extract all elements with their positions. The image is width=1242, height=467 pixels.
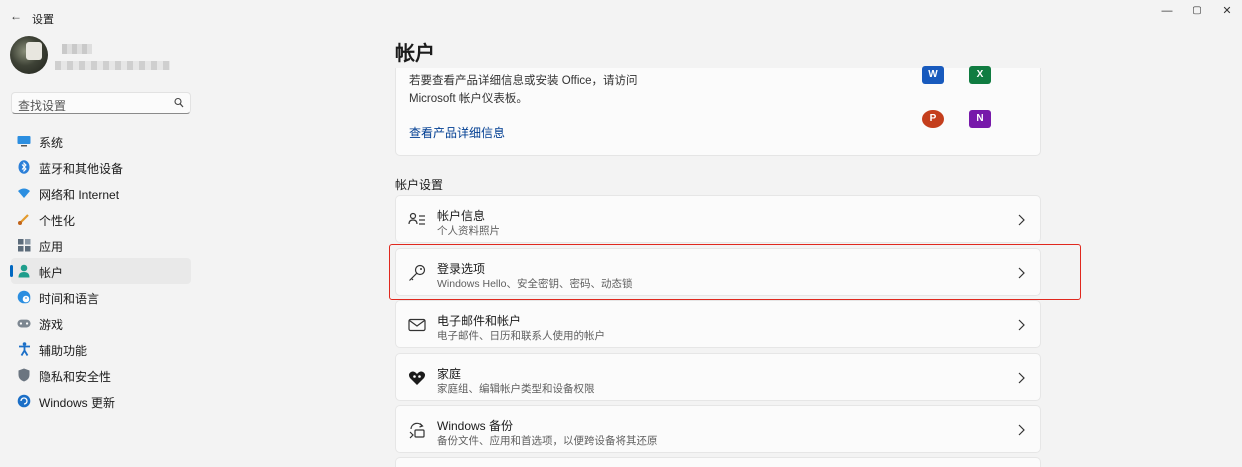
- sidebar-item-privacy[interactable]: 隐私和安全性: [11, 362, 191, 388]
- person-icon: [17, 264, 31, 278]
- sidebar-item-windows-update[interactable]: Windows 更新: [11, 388, 191, 414]
- chevron-right-icon: [1018, 319, 1025, 331]
- person-card-icon: [408, 212, 425, 225]
- row-family[interactable]: 家庭 家庭组、编辑帐户类型和设备权限: [395, 353, 1041, 401]
- sidebar-item-label: 网络和 Internet: [39, 188, 120, 202]
- row-subtitle: 电子邮件、日历和联系人使用的帐户: [437, 330, 605, 342]
- excel-icon: X: [969, 66, 991, 84]
- heart-people-icon: [408, 371, 426, 385]
- page-title: 帐户: [395, 43, 435, 65]
- shield-icon: [17, 368, 31, 382]
- row-windows-backup[interactable]: Windows 备份 备份文件、应用和首选项，以便跨设备将其还原: [395, 405, 1041, 453]
- sidebar-item-bluetooth[interactable]: 蓝牙和其他设备: [11, 154, 191, 180]
- row-sign-in-options[interactable]: 登录选项 Windows Hello、安全密钥、密码、动态锁: [395, 248, 1041, 296]
- office-card: 若要查看产品详细信息或安装 Office，请访问 Microsoft 帐户仪表板…: [395, 66, 1041, 156]
- row-title: 登录选项: [437, 262, 486, 276]
- section-title-account-settings: 帐户设置: [395, 178, 444, 192]
- sidebar-item-network[interactable]: 网络和 Internet: [11, 180, 191, 206]
- sidebar-item-label: 个性化: [39, 214, 76, 228]
- office-description: 若要查看产品详细信息或安装 Office，请访问 Microsoft 帐户仪表板…: [409, 72, 709, 108]
- powerpoint-icon: P: [922, 110, 944, 128]
- row-subtitle: 备份文件、应用和首选项，以便跨设备将其还原: [437, 435, 658, 447]
- accessibility-icon: [17, 342, 31, 356]
- key-icon: [409, 264, 426, 281]
- chevron-right-icon: [1018, 372, 1025, 384]
- sidebar-item-accessibility[interactable]: 辅助功能: [11, 336, 191, 362]
- update-icon: [17, 394, 31, 408]
- row-title: 帐户信息: [437, 209, 486, 223]
- row-subtitle: 个人资料照片: [437, 225, 500, 237]
- gamepad-icon: [17, 316, 31, 330]
- word-icon: W: [922, 66, 944, 84]
- sidebar-item-label: 应用: [39, 240, 64, 254]
- sidebar-item-label: 游戏: [39, 318, 64, 332]
- backup-icon: [409, 422, 425, 439]
- profile-email-blurred: [55, 61, 170, 70]
- close-button[interactable]: ✕: [1212, 2, 1242, 20]
- row-email-accounts[interactable]: 电子邮件和帐户 电子邮件、日历和联系人使用的帐户: [395, 300, 1041, 348]
- search-input[interactable]: 查找设置: [11, 92, 191, 114]
- sidebar-item-label: 时间和语言: [39, 292, 100, 306]
- globe-clock-icon: [17, 290, 31, 304]
- mail-icon: [408, 318, 426, 332]
- row-title: Windows 备份: [437, 419, 514, 433]
- wifi-icon: [17, 186, 31, 200]
- view-product-details-link[interactable]: 查看产品详细信息: [409, 124, 505, 141]
- title-bar: ← 设置 — ▢ ✕: [0, 0, 1242, 34]
- maximize-button[interactable]: ▢: [1182, 2, 1212, 20]
- sidebar-item-label: 帐户: [39, 266, 64, 280]
- profile-name-blurred: [62, 44, 92, 54]
- sidebar-item-accounts[interactable]: 帐户: [10, 258, 191, 284]
- sidebar-item-label: 辅助功能: [39, 344, 88, 358]
- row-title: 家庭: [437, 367, 462, 381]
- row-partial: [395, 457, 1041, 467]
- sidebar-nav: 系统 蓝牙和其他设备 网络和 Internet 个性化 应用 帐户 时间和语言 …: [10, 128, 191, 414]
- row-account-info[interactable]: 帐户信息 个人资料照片: [395, 195, 1041, 243]
- sidebar-item-label: 系统: [39, 136, 64, 150]
- search-icon[interactable]: [174, 97, 184, 109]
- avatar[interactable]: [10, 36, 48, 74]
- row-subtitle: 家庭组、编辑帐户类型和设备权限: [437, 383, 595, 395]
- chevron-right-icon: [1018, 214, 1025, 226]
- chevron-right-icon: [1018, 267, 1025, 279]
- brush-icon: [17, 212, 31, 226]
- chevron-right-icon: [1018, 424, 1025, 436]
- search-placeholder: 查找设置: [18, 99, 67, 113]
- sidebar-item-time-language[interactable]: 时间和语言: [11, 284, 191, 310]
- sidebar-item-system[interactable]: 系统: [11, 128, 191, 154]
- back-button[interactable]: ←: [8, 8, 24, 24]
- sidebar-item-apps[interactable]: 应用: [11, 232, 191, 258]
- sidebar-item-gaming[interactable]: 游戏: [11, 310, 191, 336]
- sidebar-item-label: 隐私和安全性: [39, 370, 112, 384]
- sidebar-item-label: Windows 更新: [39, 396, 116, 410]
- onenote-icon: N: [969, 110, 991, 128]
- office-description-line-1: 若要查看产品详细信息或安装 Office，请访问: [409, 75, 638, 87]
- bluetooth-icon: [17, 160, 31, 174]
- window-title: 设置: [32, 14, 54, 26]
- row-title: 电子邮件和帐户: [437, 314, 522, 328]
- monitor-icon: [17, 134, 31, 148]
- apps-icon: [17, 238, 31, 252]
- minimize-button[interactable]: —: [1152, 2, 1182, 20]
- office-description-line-2: Microsoft 帐户仪表板。: [409, 93, 528, 105]
- sidebar-item-personalization[interactable]: 个性化: [11, 206, 191, 232]
- sidebar-item-label: 蓝牙和其他设备: [39, 162, 124, 176]
- row-subtitle: Windows Hello、安全密钥、密码、动态锁: [437, 278, 633, 290]
